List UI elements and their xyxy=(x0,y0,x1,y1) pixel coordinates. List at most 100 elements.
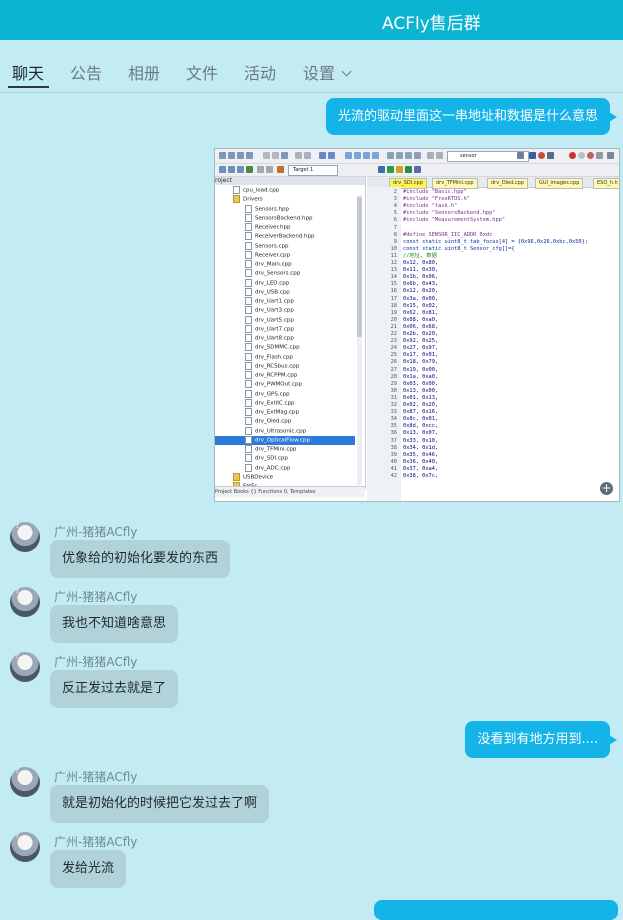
tree-file[interactable]: drv_PWMOut.cpp xyxy=(215,380,355,389)
tab-album[interactable]: 相册 xyxy=(128,60,160,84)
code-line: 24 0x27, 0x97, xyxy=(375,345,438,351)
tree-file[interactable]: drv_Uart7.cpp xyxy=(215,324,355,334)
tree-file[interactable]: cpu_load.cpp xyxy=(215,186,355,195)
tree-file[interactable]: Receiver.cpp xyxy=(215,250,355,260)
tree-file[interactable]: drv_ExtMag.cpp xyxy=(215,408,355,417)
message-bubble-incoming[interactable]: 我也不知道啥意思 xyxy=(50,605,179,643)
tree-file[interactable]: drv_Ultrasonic.cpp xyxy=(215,426,355,436)
tree-file[interactable]: drv_ADC.cpp xyxy=(215,463,355,473)
tab-activity[interactable]: 活动 xyxy=(244,60,276,84)
tree-file[interactable]: drv_Uart8.cpp xyxy=(215,334,355,343)
tree-file[interactable]: drv_Sensors.cpp xyxy=(215,269,355,278)
debug-icon xyxy=(538,152,545,159)
tree-item-label: drv_RCSbus.cpp xyxy=(255,363,300,370)
tree-file[interactable]: Sensors.cpp xyxy=(215,241,355,251)
line-number: 28 xyxy=(390,373,397,380)
tree-file[interactable]: drv_GPS.cpp xyxy=(215,389,355,399)
code-line: 9 const static uint8_t tab_focus[4] = {0x… xyxy=(375,239,588,245)
message-bubble-incoming[interactable]: 发给光流 xyxy=(50,850,127,888)
config-icon xyxy=(607,152,614,159)
breakpoint-icon xyxy=(569,152,576,159)
line-number: 5 xyxy=(393,210,397,217)
tree-file[interactable]: drv_Uart5.cpp xyxy=(215,315,355,325)
tree-file[interactable]: SensorsBackend.hpp xyxy=(215,213,355,223)
project-panel-header: roject xyxy=(215,177,365,185)
file-icon xyxy=(245,250,252,259)
tree-file[interactable]: drv_ExtIIC.cpp xyxy=(215,398,355,408)
tree-file[interactable]: drv_SDI.cpp xyxy=(215,454,355,463)
tree-item-label: drv_Ultrasonic.cpp xyxy=(255,428,307,434)
build-toolbar: Target 1 xyxy=(215,164,619,177)
tree-file[interactable]: Sensors.hpp xyxy=(215,204,355,214)
line-number: 6 xyxy=(393,217,397,224)
tree-file[interactable]: drv_TFMini.cpp xyxy=(215,445,355,454)
project-scrollbar[interactable] xyxy=(357,195,362,485)
search-dropdown-icon xyxy=(517,152,524,159)
editor-tab[interactable]: ESO_h.h xyxy=(593,178,619,189)
tree-folder[interactable]: Drivers xyxy=(215,195,355,204)
tree-file[interactable]: drv_OpticalFlow.cpp xyxy=(215,435,355,445)
tab-settings[interactable]: 设置 xyxy=(303,60,352,84)
editor-tab[interactable]: drv_TFMini.cpp xyxy=(432,178,478,189)
avatar[interactable] xyxy=(10,767,40,797)
tab-chat[interactable]: 聊天 xyxy=(12,60,44,84)
file-icon xyxy=(245,278,252,287)
message-bubble-outgoing[interactable]: 光流的驱动里面这一串地址和数据是什么意思 xyxy=(325,98,618,135)
code-text: 0x19, 0x00, xyxy=(403,366,439,373)
tree-file[interactable]: drv_Main.cpp xyxy=(215,260,355,269)
editor-tab[interactable]: drv_Oled.cpp xyxy=(487,178,528,189)
tree-file[interactable]: drv_Uart1.cpp xyxy=(215,297,355,306)
avatar[interactable] xyxy=(10,587,40,617)
tab-files[interactable]: 文件 xyxy=(186,60,218,84)
editor-tab[interactable]: GUI_images.cpp xyxy=(535,178,584,189)
tree-file[interactable]: drv_Oled.cpp xyxy=(215,417,355,426)
tab-announcement[interactable]: 公告 xyxy=(70,60,102,84)
code-line: 21 0x06, 0x68, xyxy=(375,324,438,330)
code-line: 41 0x37, 0xa4, xyxy=(375,466,438,472)
tree-file[interactable]: ReceiverBackend.hpp xyxy=(215,232,355,241)
tree-file[interactable]: drv_RCSbus.cpp xyxy=(215,361,355,371)
tree-folder[interactable]: USBDevice xyxy=(215,472,355,482)
screenshot-image[interactable]: sensor Target 1 roject cpu_load.cpp Drive… xyxy=(214,148,620,502)
file-icon xyxy=(245,371,252,379)
code-line: 4 #include "task.h" xyxy=(375,203,457,209)
tree-file[interactable]: Receiver.hpp xyxy=(215,223,355,232)
file-icon xyxy=(245,241,252,250)
tree-item-label: drv_GPS.cpp xyxy=(255,391,290,397)
project-panel-tabs[interactable]: Project Books {} Functions 0, Templates xyxy=(215,486,365,497)
code-editor[interactable]: drv_SDI.cpp drv_TFMini.cpp drv_Oled.cpp … xyxy=(367,177,619,501)
avatar[interactable] xyxy=(10,522,40,552)
redo-icon xyxy=(304,152,311,159)
message-bubble-incoming[interactable]: 反正发过去就是了 xyxy=(50,670,179,708)
tree-file[interactable]: drv_Uart3.cpp xyxy=(215,306,355,315)
message-bubble-outgoing[interactable]: 没看到有地方用到.... xyxy=(465,721,617,758)
nav-back-icon xyxy=(319,152,326,159)
tree-item-label: drv_Main.cpp xyxy=(255,261,292,268)
tree-file[interactable]: drv_LED.cpp xyxy=(215,278,355,288)
tree-file[interactable]: drv_Flash.cpp xyxy=(215,352,355,362)
line-number: 8 xyxy=(393,231,397,238)
code-line: 27 0x19, 0x00, xyxy=(375,367,438,373)
avatar[interactable] xyxy=(10,832,40,862)
file-icon xyxy=(245,204,252,213)
settings-icon xyxy=(414,166,421,173)
line-number: 37 xyxy=(390,437,397,444)
tree-file[interactable]: drv_RCPPM.cpp xyxy=(215,371,355,380)
avatar[interactable] xyxy=(10,652,40,682)
code-text: 0x92, 0x25, xyxy=(403,338,439,345)
tree-file[interactable]: drv_SDMMC.cpp xyxy=(215,343,355,352)
target-select[interactable]: Target 1 xyxy=(288,165,338,176)
line-number: 7 xyxy=(393,224,397,231)
zoom-in-icon[interactable]: + xyxy=(600,482,613,495)
code-line: 25 0x17, 0x01, xyxy=(375,352,438,358)
find-in-files-icon xyxy=(529,152,536,159)
message-bubble-incoming[interactable]: 就是初始化的时候把它发过去了啊 xyxy=(50,785,270,823)
line-number: 39 xyxy=(390,451,397,458)
code-line: 39 0x35, 0x46, xyxy=(375,452,438,458)
message-bubble-outgoing-partial[interactable] xyxy=(374,900,618,920)
tree-item-label: Sensors.cpp xyxy=(255,243,289,249)
manage-project-icon xyxy=(378,166,385,173)
message-bubble-incoming[interactable]: 优象给的初始化要发的东西 xyxy=(50,540,231,578)
scrollbar-thumb[interactable] xyxy=(357,197,362,337)
tree-file[interactable]: drv_USB.cpp xyxy=(215,287,355,297)
